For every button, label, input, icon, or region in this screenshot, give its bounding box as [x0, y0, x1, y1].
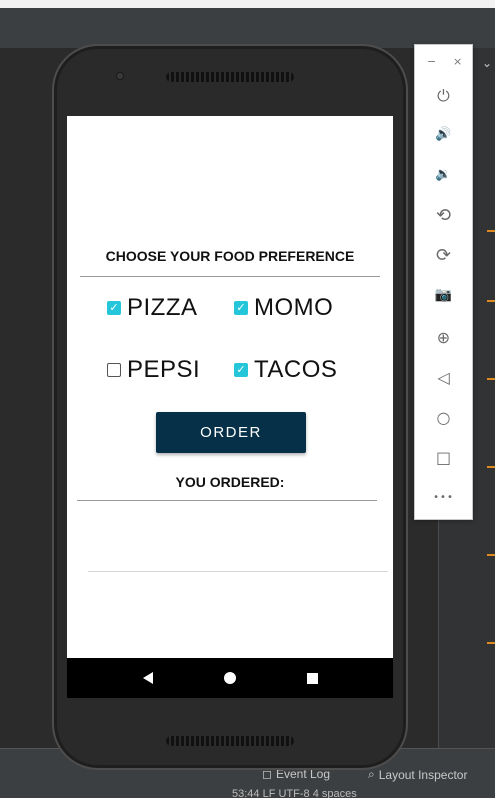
checkbox-pizza[interactable]: ✓ PIZZA	[107, 294, 198, 322]
close-icon[interactable]: ×	[453, 55, 462, 68]
ide-marker	[487, 466, 495, 468]
zoom-icon[interactable]: ⊕	[415, 322, 472, 352]
you-ordered-label: YOU ORDERED:	[175, 474, 285, 490]
ide-marker	[487, 642, 495, 644]
ide-tab-strip	[0, 8, 495, 48]
emulator-toolbar: − × ⏻ 🔊 🔉 ⟲ ⟳ 📷 ⊕ ◁ ○ □ •••	[414, 44, 473, 520]
volume-down-icon[interactable]: 🔉	[415, 159, 472, 189]
checkbox-checked-icon: ✓	[234, 363, 248, 377]
result-text-underline[interactable]	[88, 571, 388, 572]
result-divider	[77, 500, 377, 501]
ide-marker	[487, 230, 495, 232]
nav-recents-icon[interactable]	[306, 672, 318, 684]
checkbox-checked-icon: ✓	[234, 301, 248, 315]
camera-icon[interactable]: 📷	[415, 280, 472, 310]
home-icon[interactable]: ○	[415, 402, 472, 432]
checkbox-label: PIZZA	[127, 294, 198, 321]
checkbox-label: TACOS	[254, 356, 338, 383]
rotate-right-icon[interactable]: ⟳	[415, 240, 472, 270]
top-speaker	[166, 72, 294, 82]
ide-marker	[487, 300, 495, 302]
bottom-speaker	[166, 736, 294, 746]
power-icon[interactable]: ⏻	[415, 81, 472, 111]
rotate-left-icon[interactable]: ⟲	[415, 200, 472, 230]
ide-status-text: 53:44 LF UTF-8 4 spaces	[232, 788, 357, 798]
ide-marker	[487, 378, 495, 380]
order-button[interactable]: ORDER	[156, 412, 306, 453]
heading-divider	[80, 276, 380, 277]
layout-inspector-label: Layout Inspector	[378, 767, 468, 782]
minimize-icon[interactable]: −	[427, 55, 436, 68]
checkbox-label: MOMO	[254, 294, 334, 321]
back-icon[interactable]: ◁	[415, 362, 472, 392]
checkbox-unchecked-icon	[107, 363, 121, 377]
front-camera	[116, 72, 124, 80]
checkbox-tacos[interactable]: ✓ TACOS	[234, 356, 337, 384]
checkbox-momo[interactable]: ✓ MOMO	[234, 294, 333, 322]
ide-marker	[487, 554, 495, 556]
layout-inspector-button[interactable]: ⌕ Layout Inspector	[368, 767, 467, 782]
android-nav-bar	[67, 658, 393, 698]
nav-back-icon[interactable]	[142, 672, 153, 684]
checkbox-checked-icon: ✓	[107, 301, 121, 315]
phone-frame: CHOOSE YOUR FOOD PREFERENCE ✓ PIZZA ✓ MO…	[52, 44, 408, 770]
app-screen: CHOOSE YOUR FOOD PREFERENCE ✓ PIZZA ✓ MO…	[67, 116, 393, 698]
overview-icon[interactable]: □	[415, 442, 472, 472]
ide-top-strip	[0, 0, 495, 8]
checkbox-pepsi[interactable]: PEPSI	[107, 356, 200, 384]
checkbox-label: PEPSI	[127, 356, 201, 383]
food-preference-heading: CHOOSE YOUR FOOD PREFERENCE	[105, 248, 355, 264]
more-icon[interactable]: •••	[415, 482, 472, 512]
nav-home-icon[interactable]	[223, 672, 236, 684]
volume-up-icon[interactable]: 🔊	[415, 119, 472, 149]
chevron-down-icon[interactable]: ⌄	[482, 56, 492, 70]
